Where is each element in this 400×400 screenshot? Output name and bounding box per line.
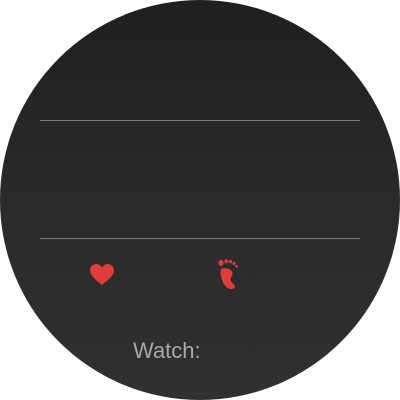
middle-section [40,122,360,236]
watch-label: Watch: [133,338,201,363]
divider-bottom [40,238,360,239]
heart-icon [90,264,114,285]
footprint-icon [218,259,238,289]
watch-face: Watch: [0,0,400,400]
divider-top [40,120,360,121]
top-section [40,20,360,118]
